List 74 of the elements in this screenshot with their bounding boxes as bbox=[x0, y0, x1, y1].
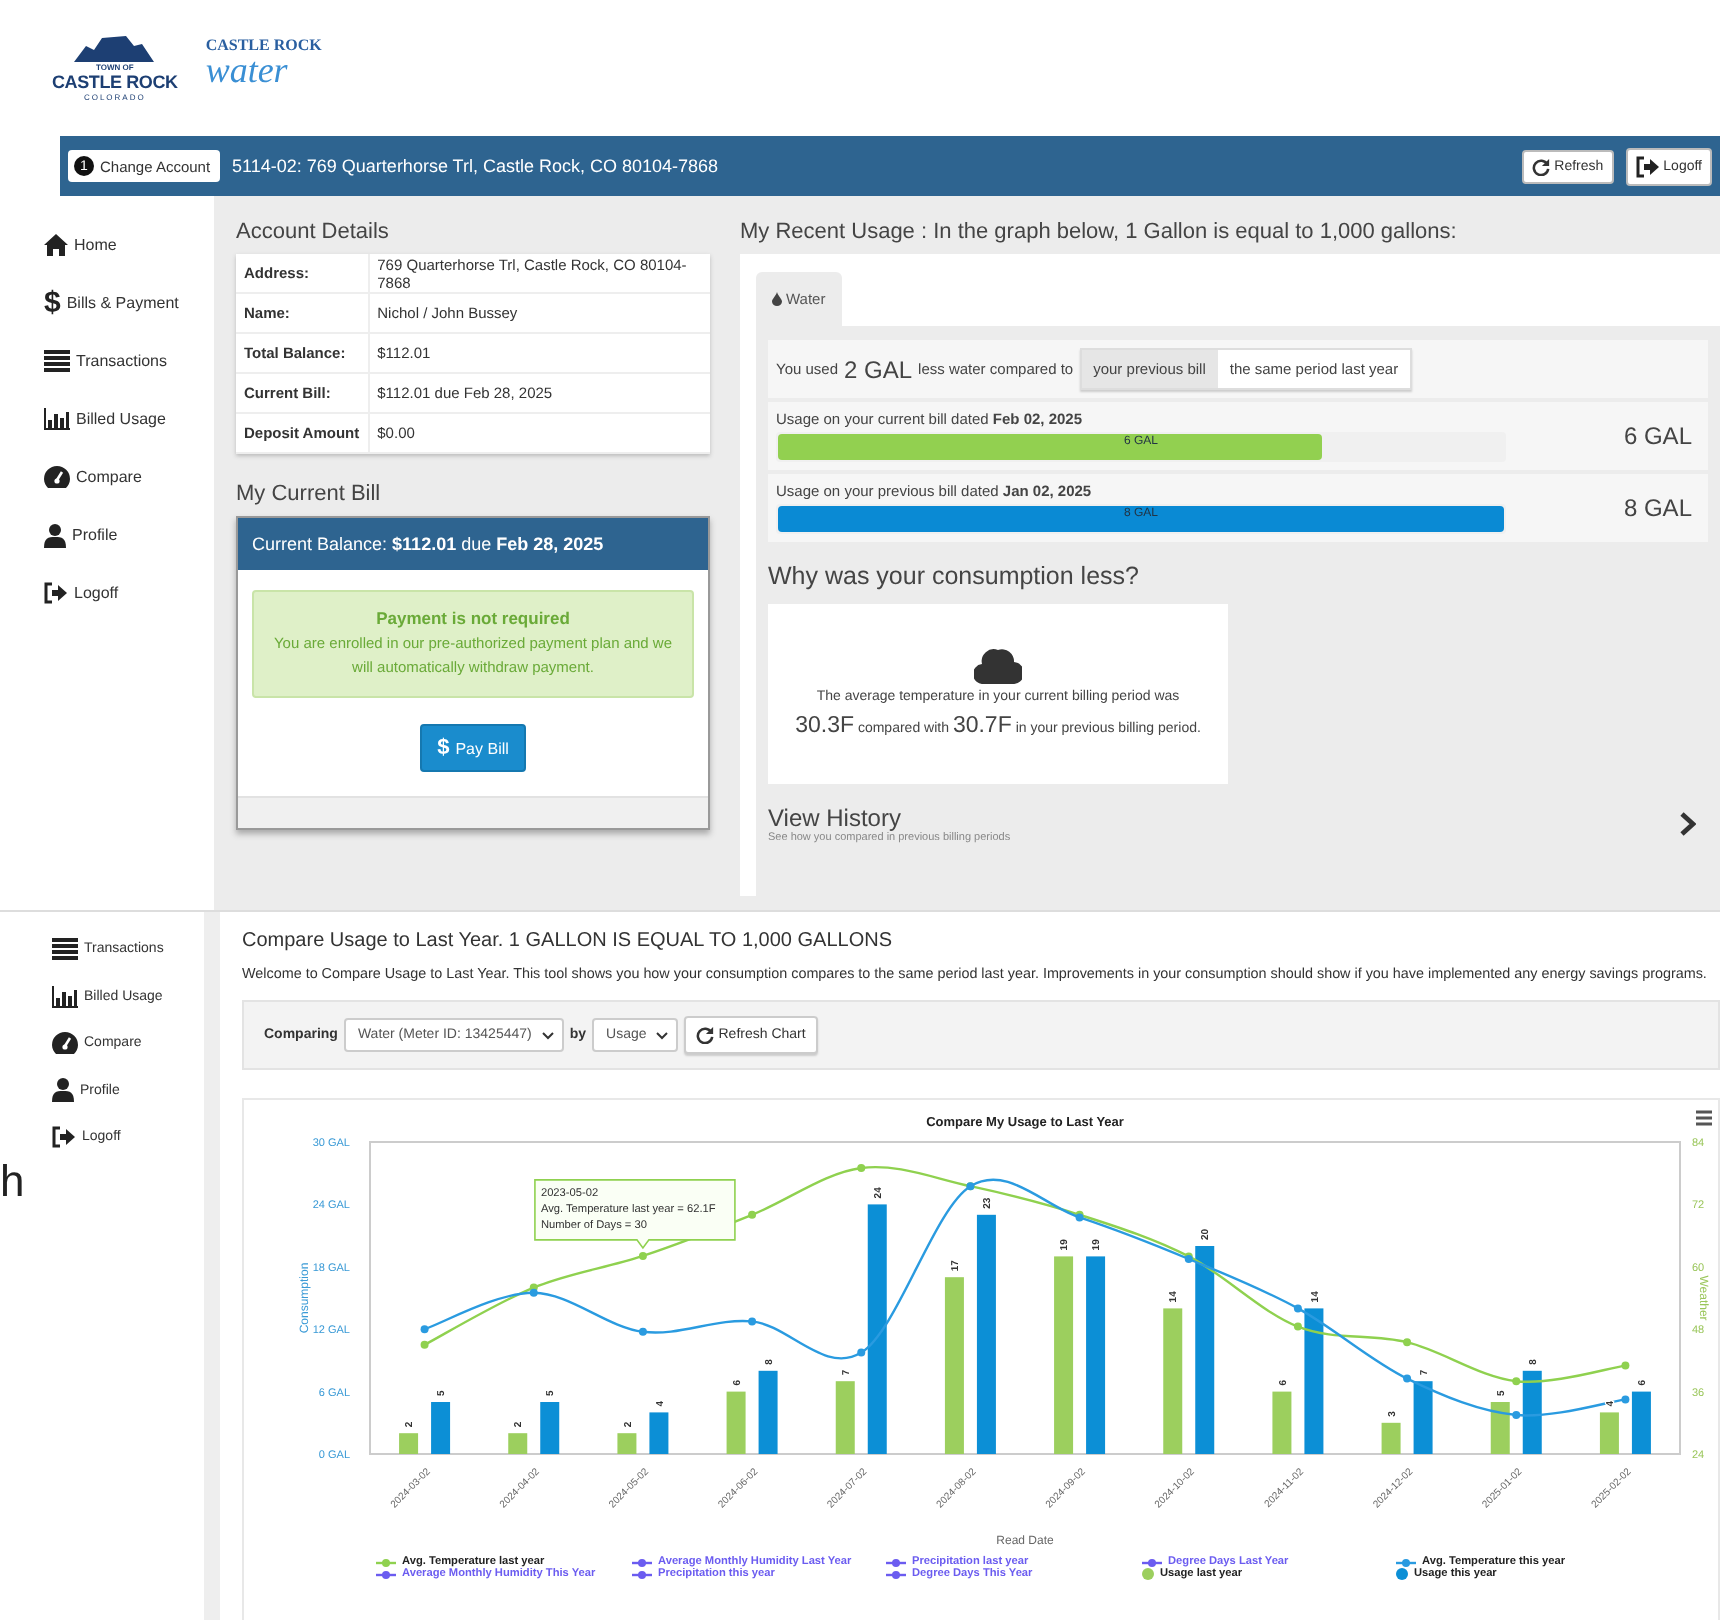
dollar-icon: $ bbox=[44, 288, 61, 318]
pay-bill-button[interactable]: $ Pay Bill bbox=[419, 724, 527, 772]
bar-chart-icon bbox=[44, 408, 70, 430]
logout-icon bbox=[52, 1126, 76, 1149]
chart-point bbox=[1403, 1338, 1412, 1347]
caret-icon bbox=[656, 1031, 669, 1039]
usage-total: 6 GAL bbox=[1623, 422, 1694, 450]
logout-icon bbox=[44, 582, 68, 604]
chart-bar bbox=[399, 1433, 419, 1454]
alert-title: Payment is not required bbox=[374, 608, 572, 628]
chart-bar bbox=[508, 1433, 528, 1454]
chart-bar bbox=[1381, 1422, 1401, 1454]
current-balance-header: Current Balance: $112.01 due Feb 28, 2025 bbox=[238, 518, 708, 570]
chart-point bbox=[638, 1327, 647, 1336]
chart-point bbox=[638, 1251, 647, 1260]
comparison-amount: 2 GAL bbox=[844, 355, 913, 383]
gauge-icon bbox=[52, 1032, 78, 1055]
sidebar-item[interactable]: Home bbox=[44, 216, 214, 274]
user-icon bbox=[44, 523, 66, 547]
chart-point bbox=[420, 1340, 429, 1349]
water-logo: CASTLE ROCK water bbox=[205, 35, 322, 85]
water-drop-icon bbox=[772, 292, 782, 306]
section-title: My Recent Usage : In the graph below, 1 Gallon is equal to 1,000 gallons: bbox=[740, 220, 1459, 244]
refresh-icon bbox=[1532, 157, 1551, 175]
list-icon bbox=[44, 350, 70, 372]
chart-point bbox=[1512, 1411, 1521, 1419]
chart-bar bbox=[617, 1433, 637, 1454]
chart-point bbox=[1293, 1322, 1302, 1331]
chart-bar bbox=[835, 1381, 855, 1454]
chart-bar bbox=[1599, 1412, 1619, 1454]
section-title: Why was your consumption less? bbox=[768, 562, 1141, 590]
bar-chart-icon bbox=[52, 985, 78, 1008]
chart-bar bbox=[758, 1370, 778, 1454]
sidebar-item[interactable]: Compare bbox=[44, 448, 214, 506]
view-history-link[interactable]: View History bbox=[768, 804, 1680, 832]
user-icon bbox=[52, 1078, 74, 1103]
chart-point bbox=[857, 1164, 866, 1172]
chart-menu-icon[interactable] bbox=[1694, 1110, 1714, 1126]
chart-bar bbox=[726, 1391, 746, 1454]
chart-point bbox=[748, 1210, 757, 1219]
chart-bar bbox=[1413, 1381, 1433, 1454]
chart-bar bbox=[1631, 1391, 1651, 1454]
chevron-right-icon[interactable] bbox=[1680, 812, 1696, 836]
chart-point bbox=[1293, 1304, 1302, 1313]
stray-letter: h bbox=[0, 1156, 25, 1208]
home-icon bbox=[44, 234, 68, 256]
chart-bar bbox=[1522, 1370, 1542, 1454]
chart-point bbox=[1621, 1361, 1630, 1370]
gauge-icon bbox=[44, 466, 70, 488]
chart-point bbox=[748, 1317, 757, 1326]
chart-bar bbox=[540, 1402, 560, 1454]
chart-bar bbox=[1490, 1402, 1510, 1454]
section-title: My Current Bill bbox=[236, 482, 383, 506]
page-title: Compare Usage to Last Year. 1 GALLON IS EQUAL TO 1,000 GALLONS bbox=[242, 930, 894, 952]
caret-icon bbox=[541, 1031, 554, 1039]
chart-point bbox=[1403, 1374, 1412, 1383]
cloud-icon bbox=[974, 645, 1022, 683]
chart-point bbox=[420, 1325, 429, 1334]
logout-icon bbox=[1635, 155, 1660, 177]
chart-point bbox=[1512, 1377, 1521, 1386]
chart-bar bbox=[431, 1402, 451, 1454]
sidebar-item[interactable]: Logoff bbox=[44, 564, 214, 622]
sidebar-item[interactable]: Profile bbox=[44, 506, 214, 564]
account-address: 5114-02: 769 Quarterhorse Trl, Castle Rock, CO 80104-7868 bbox=[232, 156, 721, 176]
chart-point bbox=[857, 1348, 866, 1357]
chart-point bbox=[1621, 1395, 1630, 1404]
chart-bar bbox=[1272, 1391, 1292, 1454]
sidebar-item[interactable]: Transactions bbox=[44, 332, 214, 390]
sidebar-item[interactable]: Billed Usage bbox=[44, 390, 214, 448]
usage-total: 8 GAL bbox=[1623, 494, 1694, 522]
section-title: Account Details bbox=[236, 220, 391, 244]
list-icon bbox=[52, 938, 78, 961]
refresh-icon bbox=[696, 1026, 715, 1044]
chart-bar bbox=[649, 1412, 669, 1454]
